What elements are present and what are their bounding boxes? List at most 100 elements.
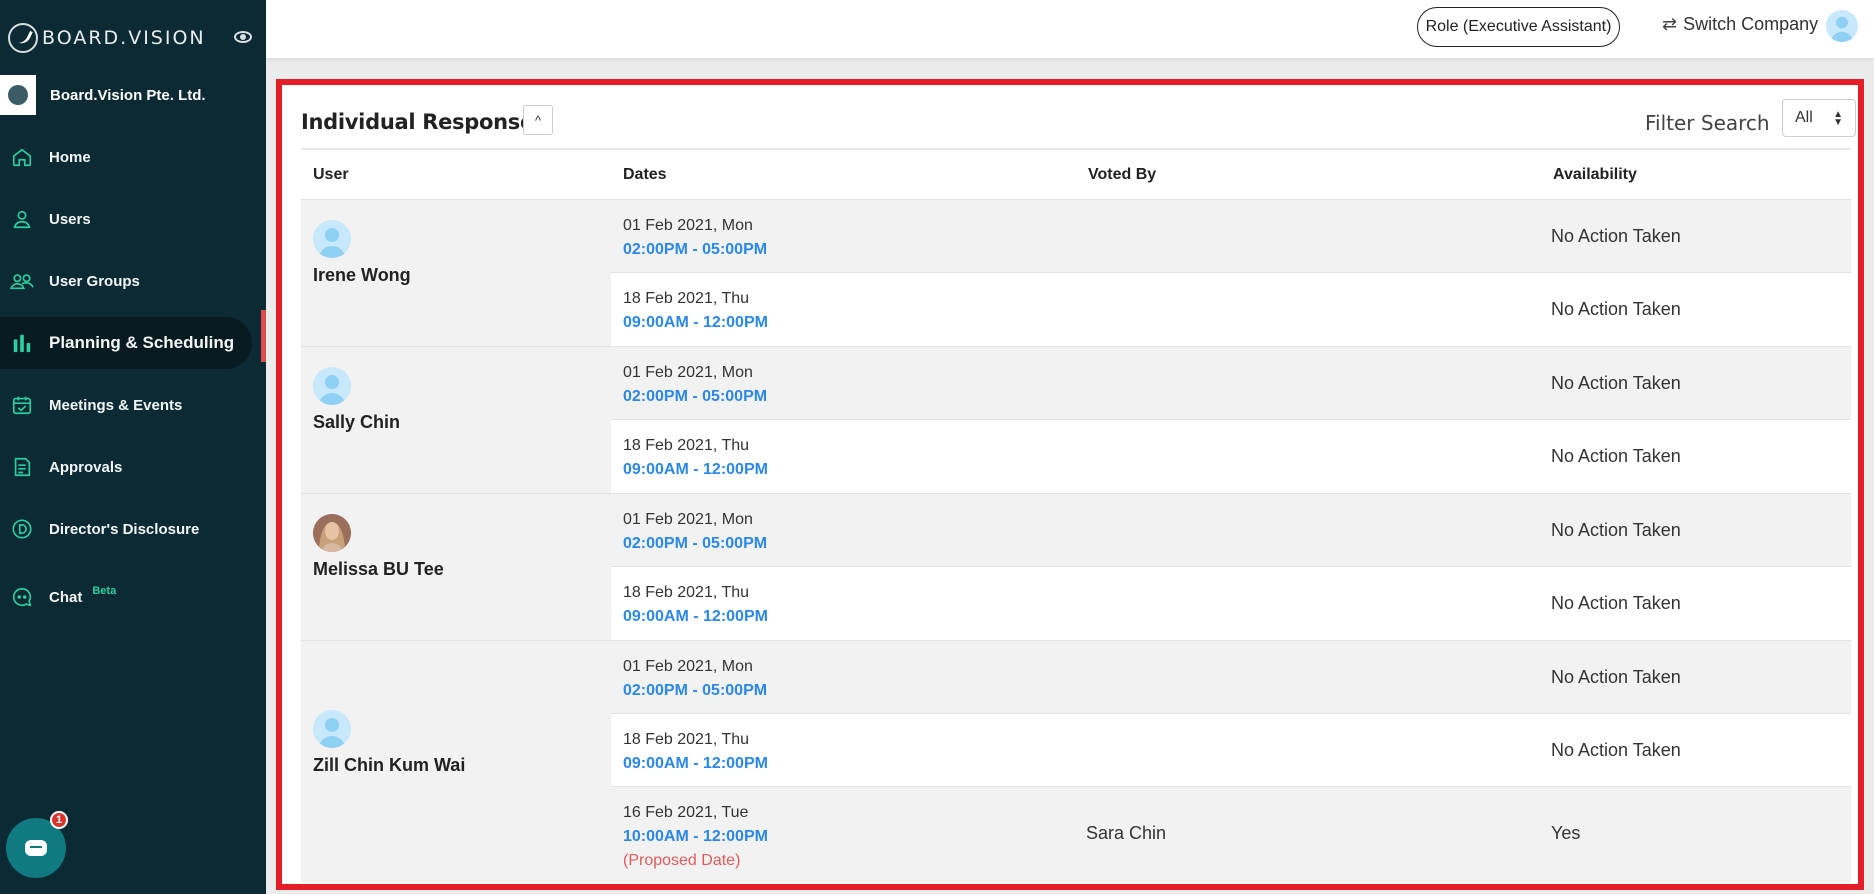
date-label: 16 Feb 2021, Tue (623, 804, 749, 821)
availability-status: No Action Taken (1551, 373, 1681, 393)
column-header-voted-by: Voted By (1088, 166, 1157, 183)
table-row: 01 Feb 2021, Mon 02:00PM - 05:00PM No Ac… (611, 200, 1851, 273)
eye-icon[interactable] (234, 31, 252, 43)
proposed-date-note: (Proposed Date) (623, 852, 741, 869)
user-groups-icon (10, 269, 34, 293)
user-response-group: Melissa BU Tee 01 Feb 2021, Mon 02:00PM … (301, 494, 1851, 641)
time-range: 02:00PM - 05:00PM (623, 388, 768, 405)
date-label: 18 Feb 2021, Thu (623, 584, 750, 601)
availability-status: No Action Taken (1551, 226, 1681, 246)
avatar (313, 220, 351, 258)
sidebar-item-home[interactable]: Home (0, 126, 266, 188)
company-logo (0, 75, 36, 115)
sidebar-item-chat[interactable]: Chat Beta (0, 566, 266, 628)
sidebar-item-label: Director's Disclosure (49, 520, 200, 538)
d-circle-icon (10, 517, 34, 541)
document-icon (10, 455, 34, 479)
switch-company-label: Switch Company (1683, 14, 1819, 34)
date-label: 01 Feb 2021, Mon (623, 511, 753, 528)
company-name: Board.Vision Pte. Ltd. (50, 86, 206, 104)
user-name: Zill Chin Kum Wai (313, 755, 466, 775)
voted-by-name: Sara Chin (1086, 823, 1167, 843)
table-row: 18 Feb 2021, Thu 09:00AM - 12:00PM No Ac… (611, 567, 1851, 640)
individual-responses-panel: Individual Responses ^ Filter Search All… (276, 79, 1864, 890)
calendar-check-icon (10, 393, 34, 417)
user-response-group: Irene Wong 01 Feb 2021, Mon 02:00PM - 05… (301, 200, 1851, 347)
sort-caret-icon: ▲ ▼ (1833, 109, 1843, 128)
sidebar-item-label: Chat (49, 588, 83, 606)
sidebar-item-planning-scheduling[interactable]: Planning & Scheduling (0, 317, 252, 369)
brand[interactable]: BOARD.VISION (0, 0, 266, 76)
user-cell: Melissa BU Tee (301, 494, 611, 640)
avatar (313, 710, 351, 748)
time-range: 09:00AM - 12:00PM (623, 461, 768, 478)
chevron-up-icon: ^ (534, 112, 542, 128)
switch-company-link[interactable]: ⇄ Switch Company (1662, 14, 1818, 35)
table-row: 01 Feb 2021, Mon 02:00PM - 05:00PM No Ac… (611, 494, 1851, 567)
sidebar-item-label: Home (49, 148, 91, 166)
sidebar-item-directors-disclosure[interactable]: Director's Disclosure (0, 498, 266, 560)
chat-notification-badge: 1 (50, 811, 68, 829)
table-row: 18 Feb 2021, Thu 09:00AM - 12:00PM No Ac… (611, 420, 1851, 493)
sidebar-item-user-groups[interactable]: User Groups (0, 250, 266, 312)
sidebar-item-users[interactable]: Users (0, 188, 266, 250)
panel-title: Individual Responses (301, 110, 547, 134)
sidebar-item-approvals[interactable]: Approvals (0, 436, 266, 498)
sidebar-nav: Home Users User Groups Planning & Schedu… (0, 126, 266, 628)
availability-status: No Action Taken (1551, 593, 1681, 613)
company-switcher[interactable]: Board.Vision Pte. Ltd. (0, 75, 266, 115)
sidebar-item-label: Users (49, 210, 91, 228)
availability-status: No Action Taken (1551, 520, 1681, 540)
chat-icon (10, 585, 34, 609)
time-range: 10:00AM - 12:00PM (623, 828, 768, 845)
date-label: 01 Feb 2021, Mon (623, 217, 753, 234)
availability-status: No Action Taken (1551, 740, 1681, 760)
top-header: Role (Executive Assistant) ⇄ Switch Comp… (266, 0, 1874, 58)
sidebar-item-label: User Groups (49, 272, 140, 290)
sidebar-item-label: Planning & Scheduling (49, 333, 235, 352)
date-label: 18 Feb 2021, Thu (623, 437, 750, 454)
table-row: 01 Feb 2021, Mon 02:00PM - 05:00PM No Ac… (611, 347, 1851, 420)
sidebar: BOARD.VISION Board.Vision Pte. Ltd. Home… (0, 0, 266, 894)
date-label: 18 Feb 2021, Thu (623, 290, 750, 307)
column-header-user: User (313, 166, 349, 183)
date-label: 18 Feb 2021, Thu (623, 731, 750, 748)
brand-name: BOARD.VISION (42, 27, 206, 49)
board-vision-logo-icon (8, 23, 38, 53)
time-range: 02:00PM - 05:00PM (623, 682, 768, 699)
availability-status: Yes (1551, 823, 1581, 843)
user-cell: Irene Wong (301, 200, 611, 346)
user-name: Irene Wong (313, 265, 411, 285)
avatar (313, 514, 351, 552)
column-header-availability: Availability (1553, 166, 1637, 183)
time-range: 09:00AM - 12:00PM (623, 755, 768, 772)
date-label: 01 Feb 2021, Mon (623, 364, 753, 381)
filter-search-label: Filter Search (1645, 111, 1770, 135)
bar-chart-icon (10, 331, 34, 355)
user-cell: Sally Chin (301, 347, 611, 493)
home-icon (10, 145, 34, 169)
column-header-dates: Dates (623, 166, 667, 183)
profile-avatar[interactable] (1826, 10, 1858, 42)
user-name: Sally Chin (313, 412, 401, 432)
date-label: 01 Feb 2021, Mon (623, 658, 753, 675)
user-icon (10, 207, 34, 231)
sidebar-item-label: Approvals (49, 458, 123, 476)
sidebar-item-label: Meetings & Events (49, 396, 183, 414)
collapse-button[interactable]: ^ (523, 105, 553, 135)
table-row: 16 Feb 2021, Tue 10:00AM - 12:00PM (Prop… (611, 787, 1851, 883)
avatar (313, 367, 351, 405)
user-name: Melissa BU Tee (313, 559, 444, 579)
table-row: 18 Feb 2021, Thu 09:00AM - 12:00PM No Ac… (611, 714, 1851, 787)
user-response-group: Sally Chin 01 Feb 2021, Mon 02:00PM - 05… (301, 347, 1851, 494)
beta-badge: Beta (92, 585, 117, 597)
sidebar-item-meetings-events[interactable]: Meetings & Events (0, 374, 266, 436)
role-button[interactable]: Role (Executive Assistant) (1417, 7, 1620, 47)
time-range: 02:00PM - 05:00PM (623, 535, 768, 552)
filter-select[interactable]: All ▲ ▼ (1782, 99, 1856, 137)
swap-icon: ⇄ (1662, 14, 1678, 34)
user-cell: Zill Chin Kum Wai (301, 641, 611, 883)
panel-header: Individual Responses ^ Filter Search All… (301, 85, 1856, 150)
time-range: 02:00PM - 05:00PM (623, 241, 768, 258)
table-header: User Dates Voted By Availability (301, 150, 1851, 200)
